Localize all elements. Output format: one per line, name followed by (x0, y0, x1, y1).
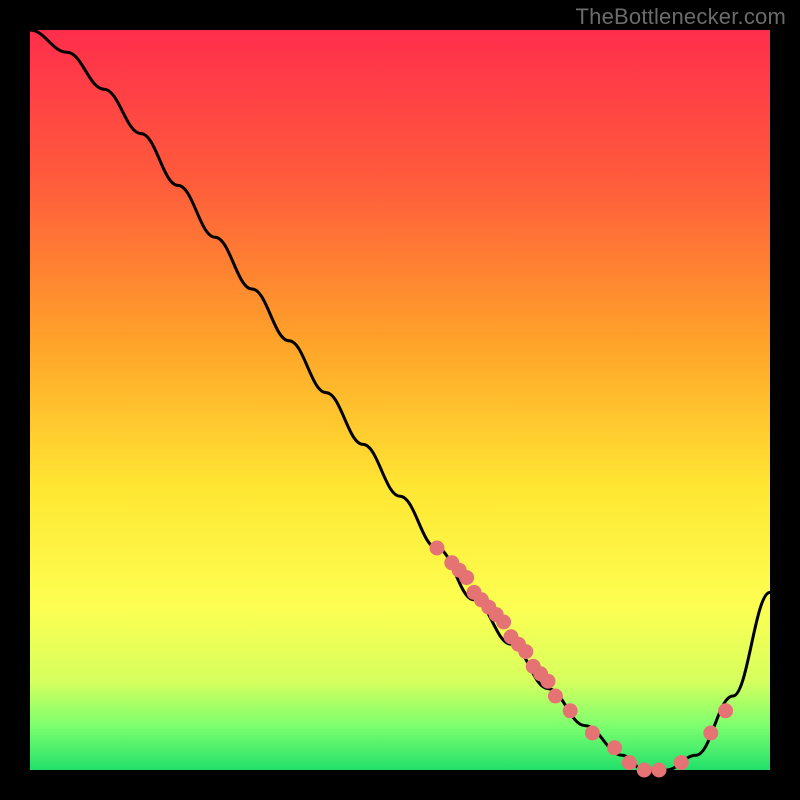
highlight-dot (496, 615, 511, 630)
chart-frame: TheBottlenecker.com (0, 0, 800, 800)
highlight-dot (637, 763, 652, 778)
bottleneck-chart (0, 0, 800, 800)
highlight-dot (622, 755, 637, 770)
highlight-dot (674, 755, 689, 770)
highlight-dot (703, 726, 718, 741)
highlight-dot (541, 674, 556, 689)
highlight-dot (459, 570, 474, 585)
highlight-dot (607, 740, 622, 755)
highlight-dot (518, 644, 533, 659)
highlight-dot (718, 703, 733, 718)
highlight-dot (548, 689, 563, 704)
highlight-dot (652, 763, 667, 778)
highlight-dot (430, 541, 445, 556)
watermark-text: TheBottlenecker.com (576, 4, 786, 30)
highlight-dot (563, 703, 578, 718)
gradient-background (30, 30, 770, 770)
highlight-dot (585, 726, 600, 741)
